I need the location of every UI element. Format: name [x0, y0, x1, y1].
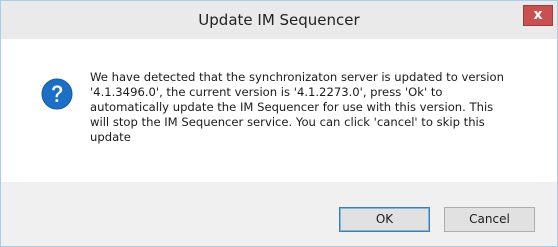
update-dialog: Update IM Sequencer x We have detected t… — [0, 0, 558, 247]
dialog-content: We have detected that the synchronizaton… — [1, 39, 557, 182]
close-button[interactable]: x — [523, 5, 553, 26]
title-bar: Update IM Sequencer x — [1, 1, 557, 39]
ok-button[interactable]: OK — [339, 207, 430, 232]
dialog-message: We have detected that the synchronizaton… — [90, 70, 504, 144]
button-bar: OK Cancel — [1, 182, 557, 246]
cancel-button[interactable]: Cancel — [444, 207, 535, 232]
question-icon — [41, 78, 73, 110]
dialog-title: Update IM Sequencer — [198, 11, 360, 29]
